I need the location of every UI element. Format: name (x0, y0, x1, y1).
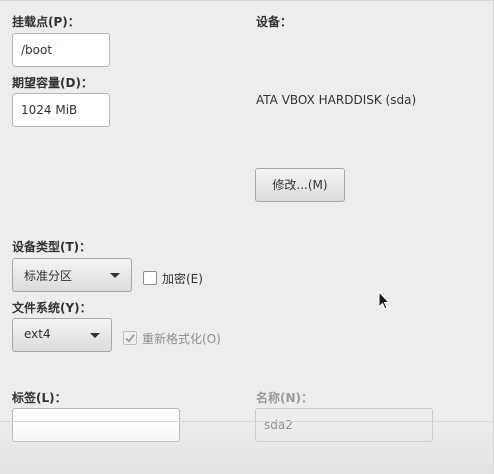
tag-label: 标签(L)： (12, 391, 67, 405)
name-input[interactable] (255, 408, 433, 442)
mount-point-input[interactable] (12, 33, 110, 67)
checkmark-icon (125, 334, 135, 343)
device-type-selected: 标准分区 (24, 269, 73, 283)
modify-button[interactable]: 修改...(M) (255, 168, 345, 202)
chevron-down-icon (90, 333, 100, 338)
mount-point-label: 挂载点(P)： (12, 15, 80, 29)
top-divider (0, 0, 494, 1)
tag-input[interactable] (12, 408, 180, 442)
reformat-label[interactable]: 重新格式化(O) (142, 330, 221, 347)
mouse-pointer-icon (378, 291, 390, 310)
encrypt-checkbox[interactable] (143, 271, 157, 285)
device-value: ATA VBOX HARDDISK (sda) (256, 93, 417, 107)
file-system-combo[interactable]: ext4 (12, 318, 112, 352)
file-system-selected: ext4 (24, 327, 51, 341)
desired-capacity-input[interactable] (12, 93, 110, 127)
device-type-label: 设备类型(T)： (12, 240, 92, 254)
encrypt-label[interactable]: 加密(E) (162, 270, 203, 287)
file-system-label: 文件系统(Y)： (12, 301, 92, 315)
device-type-combo[interactable]: 标准分区 (12, 258, 132, 292)
scroll-edge-divider (0, 421, 494, 422)
name-label: 名称(N)： (256, 391, 314, 405)
device-label: 设备： (256, 15, 293, 29)
desired-capacity-label: 期望容量(D)： (12, 76, 93, 90)
reformat-checkbox[interactable] (123, 331, 137, 345)
chevron-down-icon (110, 273, 120, 278)
